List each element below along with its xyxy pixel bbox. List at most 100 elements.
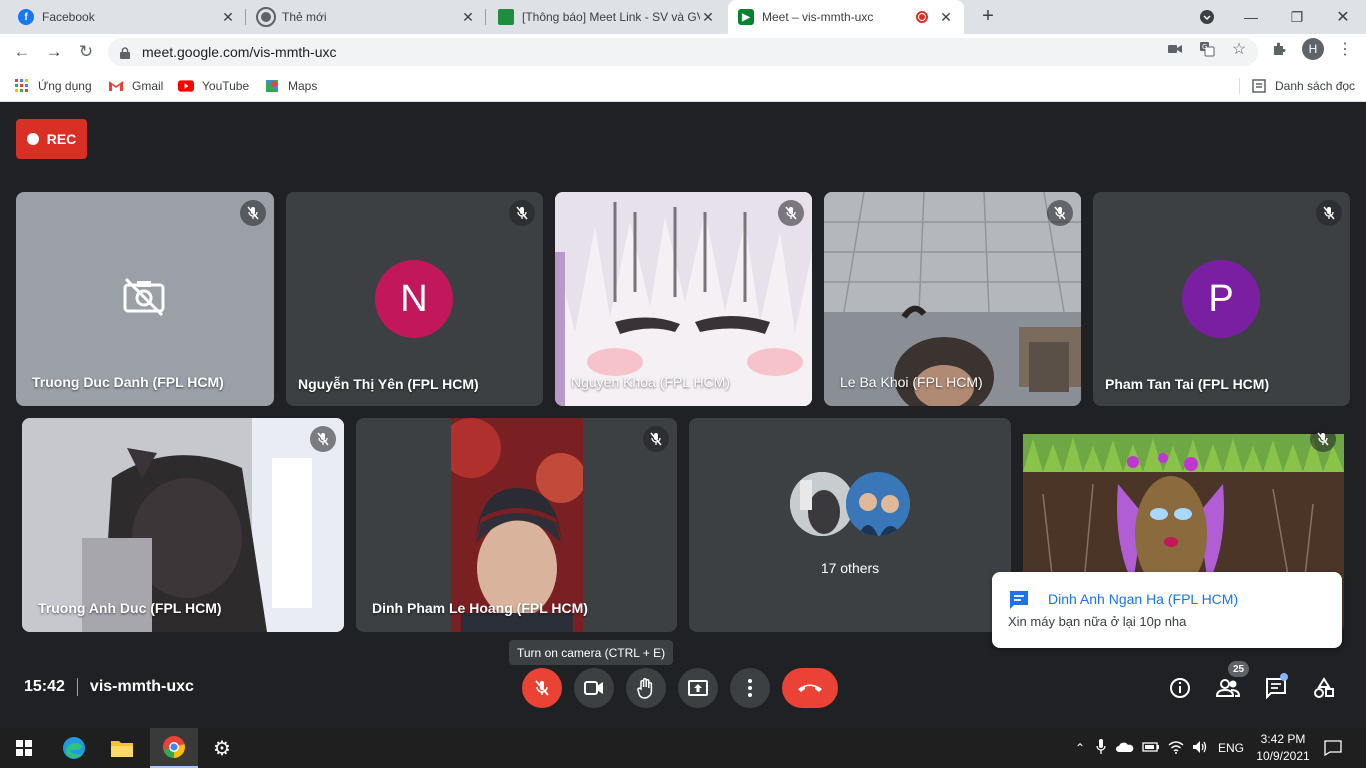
window-close-button[interactable]: ✕ [1320, 0, 1366, 34]
close-icon[interactable]: ✕ [220, 9, 236, 26]
present-screen-button[interactable] [678, 668, 718, 708]
participant-name: Dinh Pham Le Hoang (FPL HCM) [372, 600, 588, 616]
maps-icon [264, 78, 280, 94]
gear-icon: ⚙ [213, 737, 231, 760]
wifi-icon[interactable] [1168, 740, 1184, 757]
close-icon[interactable]: ✕ [938, 9, 954, 26]
profile-avatar[interactable]: H [1302, 38, 1324, 60]
muted-mic-icon [310, 426, 336, 452]
new-tab-button[interactable]: + [976, 4, 1000, 28]
extensions-icon[interactable] [1270, 40, 1288, 58]
onedrive-icon[interactable] [1116, 741, 1134, 755]
chrome-icon [163, 736, 185, 758]
muted-mic-icon [778, 200, 804, 226]
forward-button[interactable]: → [42, 40, 66, 64]
tab-title: Thẻ mới [282, 10, 327, 24]
participant-tile[interactable]: Truong Duc Danh (FPL HCM) [16, 192, 274, 406]
reading-list-icon [1251, 78, 1267, 94]
start-button[interactable] [0, 728, 48, 768]
tab-facebook[interactable]: f Facebook ✕ [8, 0, 246, 34]
tab-meet[interactable]: ▶ Meet – vis-mmth-uxc ✕ [728, 0, 964, 34]
recording-badge[interactable]: REC [16, 119, 87, 159]
muted-mic-icon [1316, 200, 1342, 226]
meet-icon: ▶ [738, 9, 754, 25]
classroom-icon [498, 9, 514, 25]
meeting-details-button[interactable] [1165, 673, 1195, 703]
bookmark-maps[interactable]: Maps [264, 76, 317, 96]
info-icon [1170, 678, 1190, 698]
back-button[interactable]: ← [10, 40, 34, 64]
participant-tile[interactable]: Nguyen Khoa (FPL HCM) [555, 192, 812, 406]
bookmark-star-icon[interactable]: ☆ [1230, 40, 1248, 58]
people-button[interactable] [1213, 673, 1243, 703]
chevron-up-icon[interactable]: ⌃ [1072, 741, 1088, 755]
close-icon[interactable]: ✕ [460, 9, 476, 26]
chat-notification[interactable]: Dinh Anh Ngan Ha (FPL HCM) Xin máy bạn n… [992, 572, 1342, 648]
leave-call-button[interactable] [782, 668, 838, 708]
more-options-button[interactable] [730, 668, 770, 708]
bookmark-label: Maps [288, 79, 318, 93]
others-count: 17 others [820, 560, 880, 576]
tab-classroom[interactable]: [Thông báo] Meet Link - SV và GV ✕ [488, 0, 726, 34]
bookmark-gmail[interactable]: Gmail [108, 76, 163, 96]
notifications-button[interactable] [1310, 728, 1356, 768]
camera-toggle-button[interactable] [574, 668, 614, 708]
translate-icon[interactable]: G [1198, 40, 1216, 58]
bookmarks-bar: Ứng dụng Gmail YouTube Maps Danh sách đọ… [0, 70, 1366, 102]
address-bar[interactable]: meet.google.com/vis-mmth-uxc [108, 38, 1258, 66]
edge-button[interactable] [50, 728, 98, 768]
maximize-button[interactable]: ❐ [1274, 0, 1320, 34]
others-tile[interactable]: 17 others [689, 418, 1011, 632]
tab-search-icon[interactable] [1184, 0, 1230, 34]
participant-tile[interactable]: Le Ba Khoi (FPL HCM) [824, 192, 1081, 406]
participant-tile[interactable]: Dinh Pham Le Hoang (FPL HCM) [356, 418, 677, 632]
windows-logo-icon [16, 740, 32, 756]
recording-icon [916, 11, 928, 23]
microphone-toggle-button[interactable] [522, 668, 562, 708]
raise-hand-button[interactable] [626, 668, 666, 708]
rec-label: REC [46, 131, 77, 147]
chrome-taskbar-button[interactable] [150, 728, 198, 768]
file-explorer-button[interactable] [98, 728, 146, 768]
bookmark-youtube[interactable]: YouTube [178, 76, 249, 96]
muted-mic-icon [240, 200, 266, 226]
reading-list-button[interactable]: Danh sách đọc [1251, 76, 1355, 96]
reload-button[interactable]: ↻ [74, 40, 98, 64]
camera-icon [584, 681, 603, 695]
activities-icon [1314, 677, 1334, 698]
volume-icon[interactable] [1192, 740, 1208, 757]
others-avatar [846, 472, 910, 536]
bookmark-apps[interactable]: Ứng dụng [14, 76, 92, 96]
minimize-button[interactable]: — [1228, 0, 1274, 34]
battery-icon[interactable] [1142, 741, 1160, 756]
hand-icon [637, 678, 653, 699]
avatar-initial: P [1208, 277, 1234, 320]
browser-toolbar: ← → ↻ meet.google.com/vis-mmth-uxc G ☆ H… [0, 34, 1366, 70]
settings-button[interactable]: ⚙ [198, 728, 246, 768]
camera-off-icon [122, 277, 166, 322]
participant-name: Nguyen Khoa (FPL HCM) [571, 374, 730, 390]
bookmark-label: Gmail [132, 79, 164, 93]
reading-list-label: Danh sách đọc [1275, 79, 1356, 93]
lock-icon [120, 46, 130, 59]
gmail-icon [108, 78, 124, 94]
meet-window: REC Truong Duc Danh (FPL HCM) N Nguyễn T… [0, 103, 1366, 728]
action-center-icon [1324, 740, 1342, 756]
tab-title: [Thông báo] Meet Link - SV và GV [522, 10, 700, 24]
participant-tile[interactable]: Truong Anh Duc (FPL HCM) [22, 418, 344, 632]
notification-message: Xin máy bạn nữa ở lại 10p nha [1008, 614, 1187, 629]
participant-tile[interactable]: P Pham Tan Tai (FPL HCM) [1093, 192, 1350, 406]
clock[interactable]: 3:42 PM 10/9/2021 [1256, 731, 1310, 765]
input-language[interactable]: ENG [1218, 741, 1244, 755]
tab-new-tab[interactable]: Thẻ mới ✕ [248, 0, 486, 34]
camera-in-use-icon[interactable] [1166, 40, 1184, 58]
chrome-icon [256, 7, 276, 27]
microphone-icon[interactable] [1096, 738, 1106, 758]
meeting-code[interactable]: vis-mmth-uxc [90, 678, 194, 696]
activities-button[interactable] [1309, 673, 1339, 703]
menu-icon[interactable]: ⋮ [1336, 40, 1354, 58]
windows-taskbar: ⚙ ⌃ ENG 3:42 PM 10/9/2021 [0, 728, 1366, 768]
participant-tile[interactable]: N Nguyễn Thị Yên (FPL HCM) [286, 192, 543, 406]
close-icon[interactable]: ✕ [700, 9, 716, 26]
clock-time: 3:42 PM [1260, 732, 1306, 746]
